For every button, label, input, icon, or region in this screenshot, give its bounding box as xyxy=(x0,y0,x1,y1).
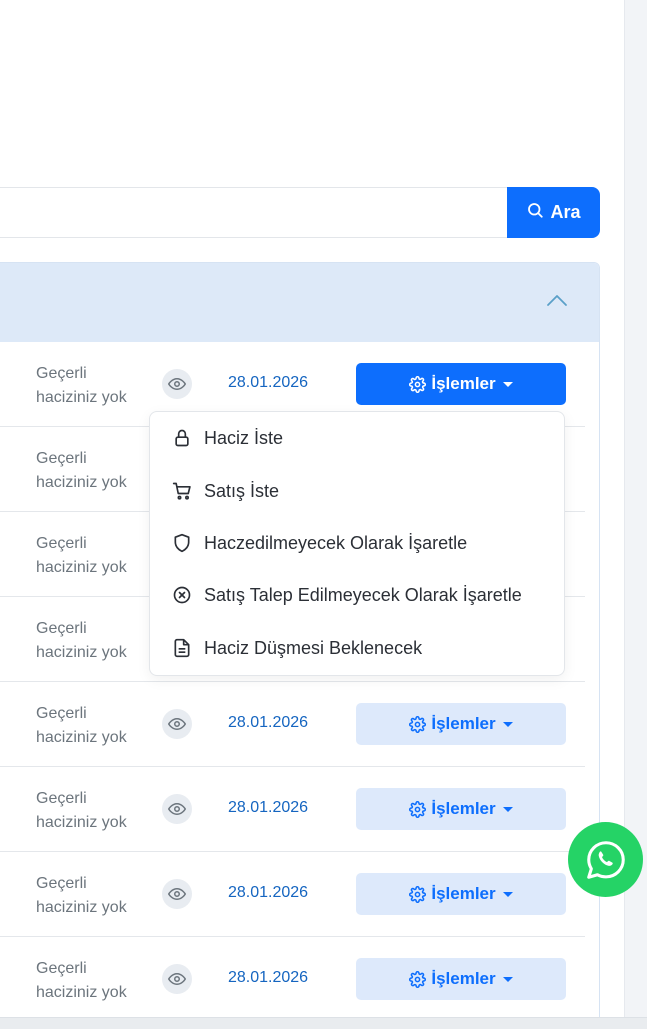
actions-label: İşlemler xyxy=(431,884,496,903)
menu-item-label: Haczedilmeyecek Olarak İşaretle xyxy=(204,532,468,553)
status-text: Geçerli haciziniz yok xyxy=(36,702,146,750)
eye-icon xyxy=(168,377,186,391)
status-text: Geçerli haciziniz yok xyxy=(36,872,146,920)
table-row: Geçerli haciziniz yok 28.01.2026 İşlemle… xyxy=(0,767,585,852)
status-line: haciziniz yok xyxy=(36,814,127,831)
eye-icon xyxy=(168,717,186,731)
search-button-label: Ara xyxy=(550,202,581,222)
whatsapp-button[interactable] xyxy=(568,822,643,897)
actions-label: İşlemler xyxy=(431,969,496,988)
caret-down-icon xyxy=(502,721,513,727)
date-text: 28.01.2026 xyxy=(228,969,309,986)
card-header xyxy=(0,263,599,342)
lock-icon xyxy=(175,429,189,447)
actions-button[interactable]: İşlemler xyxy=(356,958,566,1000)
caret-down-icon xyxy=(502,381,513,387)
actions-button[interactable]: İşlemler xyxy=(356,363,566,405)
status-text: Geçerli haciziniz yok xyxy=(36,532,146,580)
menu-item-label: Haciz Düşmesi Beklenecek xyxy=(204,637,423,658)
eye-icon xyxy=(168,802,186,816)
status-text: Geçerli haciziniz yok xyxy=(36,447,146,495)
cart-icon xyxy=(172,482,191,500)
document-icon xyxy=(174,638,190,658)
search-button[interactable]: Ara xyxy=(507,187,600,238)
status-line: Geçerli xyxy=(36,875,87,892)
menu-item-satis-iste[interactable]: Satış İste xyxy=(172,476,279,506)
status-line: Geçerli xyxy=(36,705,87,722)
view-button[interactable] xyxy=(162,794,192,824)
x-circle-icon xyxy=(173,586,191,604)
status-line: haciziniz yok xyxy=(36,559,127,576)
menu-item-haciz-dusmesi[interactable]: Haciz Düşmesi Beklenecek xyxy=(172,633,422,663)
gear-icon xyxy=(409,970,427,988)
caret-down-icon xyxy=(502,806,513,812)
whatsapp-icon xyxy=(586,840,625,879)
status-line: haciziniz yok xyxy=(36,984,127,1001)
search-icon xyxy=(526,201,544,224)
status-line: haciziniz yok xyxy=(36,644,127,661)
table-row: Geçerli haciziniz yok 28.01.2026 İşlemle… xyxy=(0,682,585,767)
menu-item-label: Satış İste xyxy=(204,480,280,501)
status-line: haciziniz yok xyxy=(36,729,127,746)
actions-label: İşlemler xyxy=(431,799,496,818)
actions-button[interactable]: İşlemler xyxy=(356,873,566,915)
status-text: Geçerli haciziniz yok xyxy=(36,787,146,835)
status-text: Geçerli haciziniz yok xyxy=(36,362,146,410)
eye-icon xyxy=(168,972,186,986)
date-text: 28.01.2026 xyxy=(228,884,309,901)
view-button[interactable] xyxy=(162,964,192,994)
gear-icon xyxy=(409,885,427,903)
menu-item-satis-talep-edilmeyecek[interactable]: Satış Talep Edilmeyecek Olarak İşaretle xyxy=(172,580,522,610)
status-line: Geçerli xyxy=(36,620,87,637)
actions-button[interactable]: İşlemler xyxy=(356,788,566,830)
view-button[interactable] xyxy=(162,879,192,909)
actions-button[interactable]: İşlemler xyxy=(356,703,566,745)
menu-item-label: Satış Talep Edilmeyecek Olarak İşaretle xyxy=(204,584,522,605)
table-row: Geçerli haciziniz yok 28.01.2026 İşlemle… xyxy=(0,937,585,1022)
bottom-bar xyxy=(0,1017,647,1029)
view-button[interactable] xyxy=(162,369,192,399)
menu-item-label: Haciz İste xyxy=(204,427,284,448)
date-text: 28.01.2026 xyxy=(228,714,309,731)
date-text: 28.01.2026 xyxy=(228,374,309,391)
shield-icon xyxy=(174,533,190,553)
caret-down-icon xyxy=(502,976,513,982)
table-row: Geçerli haciziniz yok 28.01.2026 İşlemle… xyxy=(0,852,585,937)
caret-down-icon xyxy=(502,891,513,897)
actions-label: İşlemler xyxy=(431,374,496,393)
status-line: haciziniz yok xyxy=(36,899,127,916)
status-text: Geçerli haciziniz yok xyxy=(36,957,146,1005)
search-input[interactable] xyxy=(0,187,508,238)
date-text: 28.01.2026 xyxy=(228,799,309,816)
gear-icon xyxy=(409,375,427,393)
status-line: haciziniz yok xyxy=(36,389,127,406)
gear-icon xyxy=(409,715,427,733)
menu-item-haczedilmeyecek[interactable]: Haczedilmeyecek Olarak İşaretle xyxy=(172,528,467,558)
eye-icon xyxy=(168,887,186,901)
chevron-up-icon[interactable] xyxy=(546,293,568,312)
status-line: Geçerli xyxy=(36,365,87,382)
actions-label: İşlemler xyxy=(431,714,496,733)
status-line: Geçerli xyxy=(36,535,87,552)
actions-dropdown-menu: Haciz İste Satış İste Haczedilmeyecek Ol… xyxy=(149,411,565,676)
status-line: Geçerli xyxy=(36,790,87,807)
menu-item-haciz-iste[interactable]: Haciz İste xyxy=(172,423,283,453)
status-line: Geçerli xyxy=(36,450,87,467)
status-line: Geçerli xyxy=(36,960,87,977)
status-text: Geçerli haciziniz yok xyxy=(36,617,146,665)
gear-icon xyxy=(409,800,427,818)
view-button[interactable] xyxy=(162,709,192,739)
status-line: haciziniz yok xyxy=(36,474,127,491)
